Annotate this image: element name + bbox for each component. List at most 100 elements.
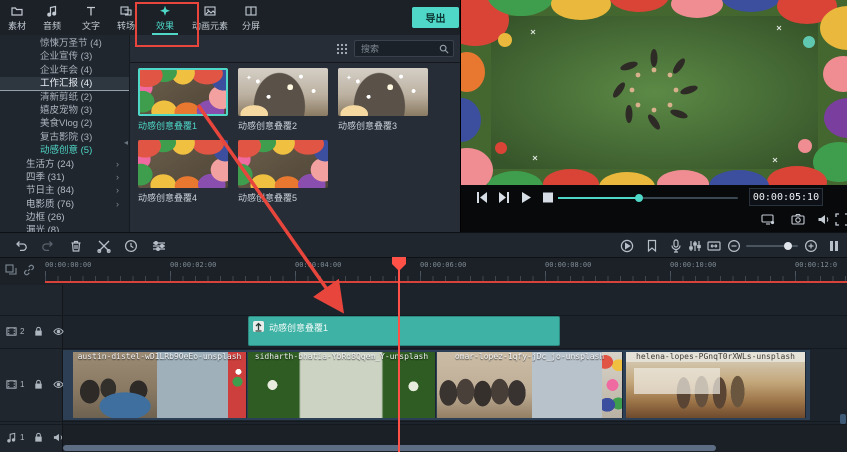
zoom-out-icon[interactable] xyxy=(727,239,741,253)
chevron-right-icon: › xyxy=(116,184,119,197)
timeline-zoom-slider[interactable] xyxy=(746,245,798,247)
ruler-label: 00:00:04:00 xyxy=(295,261,341,269)
snapshot-camera-icon[interactable] xyxy=(791,213,805,226)
folder-icon xyxy=(11,5,23,17)
seek-slider[interactable] xyxy=(558,197,738,199)
effect-thumbnail-3[interactable] xyxy=(338,68,428,116)
record-voiceover-mic-icon[interactable] xyxy=(669,239,683,253)
timeline-horizontal-scrollbar[interactable] xyxy=(63,445,716,451)
filmora-window: 素材 音频 文字 转场 效果 动画元素 分屏 导出 惊悚万圣节 (4) xyxy=(0,0,847,452)
sidebar-item-food-vlog[interactable]: 美食Vlog (2) xyxy=(0,117,129,130)
seek-handle[interactable] xyxy=(635,194,643,202)
search-input[interactable] xyxy=(359,43,439,55)
sidebar-item-pets[interactable]: 嬉皮宠物 (3) xyxy=(0,104,129,117)
effects-sparkle-icon xyxy=(159,5,171,17)
speed-clock-icon[interactable] xyxy=(124,239,138,253)
chevron-right-icon: › xyxy=(116,158,119,171)
sidebar-item-halloween[interactable]: 惊悚万圣节 (4) xyxy=(0,37,129,50)
effect-name: 动感创意叠覆1 xyxy=(138,119,228,132)
track-options-icon[interactable] xyxy=(827,239,841,253)
timeline-vertical-scrollbar[interactable] xyxy=(840,414,846,424)
clip-filename: helena-lopes-PGnqT0rXWLs-unsplash xyxy=(626,352,805,362)
text-icon xyxy=(85,5,97,17)
audio-mixer-icon[interactable] xyxy=(688,239,702,253)
video-clip-helena[interactable]: helena-lopes-PGnqT0rXWLs-unsplash xyxy=(626,352,806,418)
tab-label: 动画元素 xyxy=(192,19,228,32)
chevron-right-icon: › xyxy=(116,198,119,211)
fullscreen-icon[interactable] xyxy=(835,213,847,226)
manage-tracks-icon[interactable] xyxy=(5,264,17,276)
effect-card-5: 动感创意叠覆5 xyxy=(238,140,328,204)
next-frame-button[interactable] xyxy=(497,191,511,204)
lock-icon[interactable] xyxy=(33,326,44,337)
ruler-label: 00:00:12:0 xyxy=(795,261,837,269)
tab-text[interactable]: 文字 xyxy=(74,3,108,33)
effect-clip[interactable]: 动感创意叠覆1 xyxy=(248,316,560,346)
sidebar-group-frames[interactable]: 边框 (26) xyxy=(0,211,129,224)
render-preview-icon[interactable] xyxy=(620,239,634,253)
chevron-right-icon: › xyxy=(116,171,119,184)
tab-elements[interactable]: 动画元素 xyxy=(188,3,232,33)
sidebar-group-festival[interactable]: 节日主 (84)› xyxy=(0,184,129,197)
prev-frame-button[interactable] xyxy=(475,191,489,204)
tab-audio[interactable]: 音频 xyxy=(35,3,69,33)
marker-flag-icon[interactable] xyxy=(645,239,659,253)
effect-thumbnail-5[interactable] xyxy=(238,140,328,188)
track-header-video-2: 2 xyxy=(6,326,64,337)
sidebar-item-dynamic-creative[interactable]: 动感创意 (5) xyxy=(0,144,129,157)
sidebar-item-work-report[interactable]: 工作汇报 (4) xyxy=(0,77,129,90)
cut-scissors-icon[interactable] xyxy=(97,239,111,253)
image-icon xyxy=(204,5,216,17)
sidebar-group-light-leak[interactable]: 漏光 (8) xyxy=(0,224,129,232)
timeline-ruler[interactable]: 00:00:00:00 00:00:02:00 00:00:04:00 00:0… xyxy=(0,258,847,285)
tab-label: 转场 xyxy=(117,19,135,32)
volume-icon[interactable] xyxy=(817,213,831,226)
tab-splitscreen[interactable]: 分屏 xyxy=(234,3,268,33)
effect-name: 动感创意叠覆2 xyxy=(238,119,328,132)
lock-icon[interactable] xyxy=(33,432,44,443)
sidebar-group-seasons[interactable]: 四季 (31)› xyxy=(0,171,129,184)
redo-icon[interactable] xyxy=(41,239,55,253)
stop-button[interactable] xyxy=(541,191,555,204)
delete-icon[interactable] xyxy=(69,239,83,253)
video-clip-sidharth[interactable]: sidharth-bhatia-YbRd8Qqem_Y-unsplash xyxy=(248,352,436,418)
effect-clip-label: 动感创意叠覆1 xyxy=(269,321,328,334)
fit-timeline-icon[interactable] xyxy=(707,239,721,253)
tab-media[interactable]: 素材 xyxy=(0,3,34,33)
eye-icon[interactable] xyxy=(53,326,64,337)
undo-icon[interactable] xyxy=(14,239,28,253)
sidebar-group-lifestyle[interactable]: 生活方 (24)› xyxy=(0,158,129,171)
adjust-sliders-icon[interactable] xyxy=(152,239,166,253)
effect-thumbnail-1[interactable] xyxy=(138,68,228,116)
play-button[interactable] xyxy=(519,191,533,204)
effects-category-sidebar: 惊悚万圣节 (4) 企业宣传 (3) 企业年会 (4) 工作汇报 (4) 清新剪… xyxy=(0,35,130,232)
export-button[interactable]: 导出 xyxy=(412,7,459,28)
sidebar-item-retro-cinema[interactable]: 复古影院 (3) xyxy=(0,131,129,144)
effect-thumbnail-4[interactable] xyxy=(138,140,228,188)
clip-filename: sidharth-bhatia-YbRd8Qqem_Y-unsplash xyxy=(248,352,435,362)
link-icon[interactable] xyxy=(23,264,35,276)
lock-icon[interactable] xyxy=(33,379,44,390)
sidebar-item-corporate-promo[interactable]: 企业宣传 (3) xyxy=(0,50,129,63)
effect-thumbnail-2[interactable] xyxy=(238,68,328,116)
video-track-icon xyxy=(6,326,17,337)
sidebar-collapse-arrow-icon[interactable]: ◂ xyxy=(124,138,128,147)
ruler-label: 00:00:00:00 xyxy=(45,261,91,269)
grid-view-icon[interactable] xyxy=(336,43,348,55)
sidebar-group-cinematic[interactable]: 电影质 (76)› xyxy=(0,198,129,211)
tab-effects[interactable]: 效果 xyxy=(148,3,182,33)
video-clip-omar[interactable]: omar-lopez-1qfy-jDc_jo-unsplash xyxy=(437,352,623,418)
effect-name: 动感创意叠覆3 xyxy=(338,119,428,132)
zoom-in-icon[interactable] xyxy=(804,239,818,253)
zoom-slider-handle[interactable] xyxy=(784,242,792,250)
video-track-icon xyxy=(6,379,17,390)
sidebar-item-paper-cut[interactable]: 清新剪纸 (2) xyxy=(0,91,129,104)
sidebar-item-annual-meeting[interactable]: 企业年会 (4) xyxy=(0,64,129,77)
track-header-column: 2 1 1 xyxy=(0,285,63,452)
display-device-icon[interactable] xyxy=(761,213,775,226)
tab-transition[interactable]: 转场 xyxy=(109,3,143,33)
ruler-label: 00:00:10:00 xyxy=(670,261,716,269)
tab-label: 效果 xyxy=(156,19,174,32)
video-clip-austin[interactable]: austin-distel-wD1LRb9OeEo-unsplash xyxy=(73,352,247,418)
ruler-label: 00:00:08:00 xyxy=(545,261,591,269)
